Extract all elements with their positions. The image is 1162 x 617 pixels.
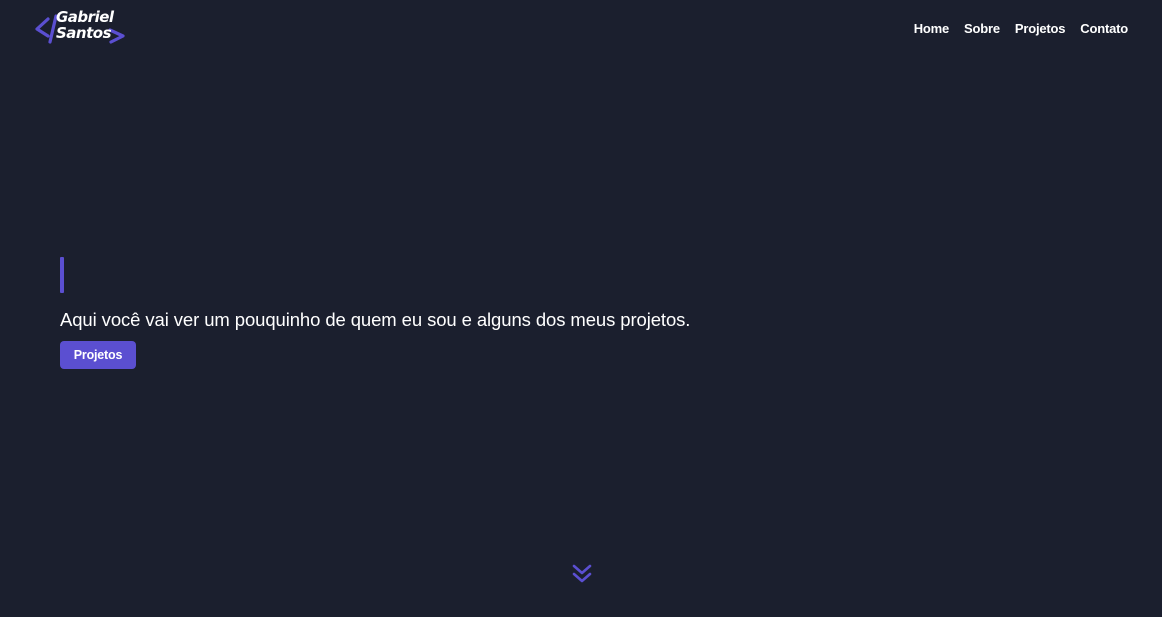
brand-name: Gabriel Santos (56, 9, 116, 41)
brand-name-line2: Santos (56, 24, 112, 42)
brand-logo[interactable]: Gabriel Santos (34, 9, 126, 50)
main-nav: Home Sobre Projetos Contato (914, 21, 1128, 36)
top-navigation-bar: Gabriel Santos Home Sobre Projetos Conta… (0, 0, 1162, 60)
nav-link-sobre[interactable]: Sobre (964, 21, 1000, 36)
projetos-button[interactable]: Projetos (60, 341, 136, 369)
nav-link-contato[interactable]: Contato (1080, 21, 1128, 36)
hero-subtitle: Aqui você vai ver um pouquinho de quem e… (60, 309, 691, 330)
hero-section: Aqui você vai ver um pouquinho de quem e… (60, 257, 690, 369)
typing-cursor (60, 257, 64, 293)
double-chevron-down-icon[interactable] (571, 563, 593, 585)
nav-link-home[interactable]: Home (914, 21, 950, 36)
brand-name-line1: Gabriel (56, 8, 114, 26)
nav-link-projetos[interactable]: Projetos (1015, 21, 1066, 36)
